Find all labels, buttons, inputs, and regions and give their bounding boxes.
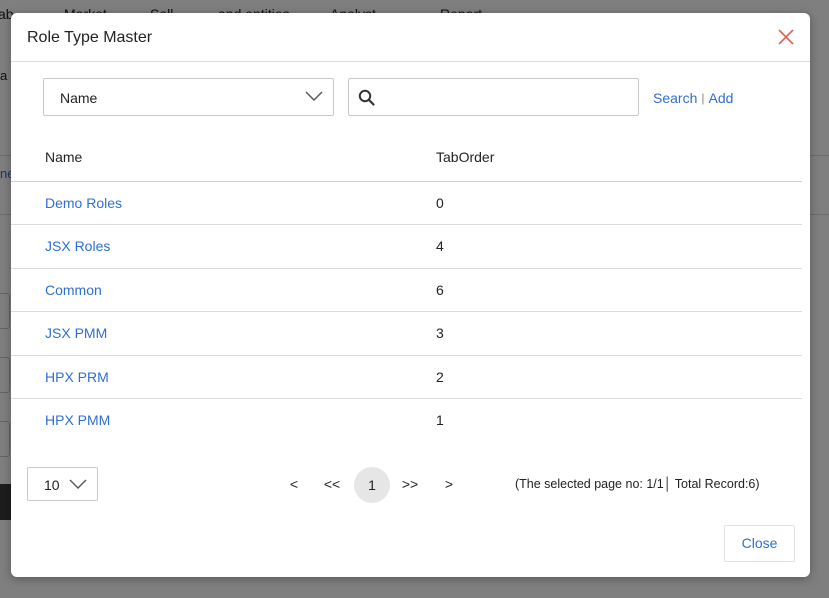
page-size-value: 10 bbox=[44, 477, 60, 493]
role-name-link[interactable]: Demo Roles bbox=[45, 195, 122, 211]
role-name-link[interactable]: JSX PMM bbox=[45, 325, 107, 341]
search-add-links: Search | Add bbox=[653, 90, 733, 106]
tab-order-value: 1 bbox=[436, 411, 444, 428]
tab-order-value: 3 bbox=[436, 325, 444, 342]
search-field[interactable] bbox=[348, 78, 639, 116]
role-type-master-dialog: Role Type Master Name Search | Add Name Ta… bbox=[11, 13, 810, 577]
page-info-text: (The selected page no: 1/1│ Total Record… bbox=[515, 477, 760, 491]
add-link[interactable]: Add bbox=[708, 90, 733, 106]
table-row: Common 6 bbox=[11, 269, 802, 313]
last-page-button[interactable]: >> bbox=[397, 467, 423, 501]
link-separator: | bbox=[701, 91, 705, 105]
page-size-select[interactable]: 10 bbox=[27, 467, 98, 501]
prev-page-button[interactable]: < bbox=[283, 467, 305, 501]
role-name-link[interactable]: HPX PMM bbox=[45, 412, 110, 428]
column-header-name: Name bbox=[45, 149, 83, 165]
table-row: HPX PMM 1 bbox=[11, 399, 802, 442]
role-name-link[interactable]: HPX PRM bbox=[45, 369, 109, 385]
column-header-taborder: TabOrder bbox=[436, 149, 495, 165]
search-input[interactable] bbox=[381, 80, 634, 114]
role-name-link[interactable]: Common bbox=[45, 282, 102, 298]
table-row: JSX Roles 4 bbox=[11, 225, 802, 269]
close-button[interactable]: Close bbox=[724, 525, 795, 562]
current-page-button[interactable]: 1 bbox=[354, 467, 390, 503]
table-row: Demo Roles 0 bbox=[11, 182, 802, 226]
chevron-down-icon bbox=[305, 89, 323, 103]
next-page-button[interactable]: > bbox=[438, 467, 460, 501]
filter-field-value: Name bbox=[60, 90, 98, 106]
dialog-header: Role Type Master bbox=[11, 13, 810, 62]
first-page-button[interactable]: << bbox=[319, 467, 345, 501]
search-icon bbox=[358, 89, 375, 106]
table-header: Name TabOrder bbox=[11, 136, 802, 182]
filter-field-select[interactable]: Name bbox=[43, 78, 334, 116]
role-name-link[interactable]: JSX Roles bbox=[45, 238, 110, 254]
tab-order-value: 0 bbox=[436, 195, 444, 211]
chevron-down-icon bbox=[69, 477, 87, 491]
search-link[interactable]: Search bbox=[653, 90, 697, 106]
dialog-title: Role Type Master bbox=[27, 29, 153, 46]
table-row: HPX PRM 2 bbox=[11, 356, 802, 399]
tab-order-value: 2 bbox=[436, 368, 444, 385]
close-icon[interactable] bbox=[776, 27, 796, 47]
tab-order-value: 4 bbox=[436, 238, 444, 255]
tab-order-value: 6 bbox=[436, 281, 444, 298]
table-row: JSX PMM 3 bbox=[11, 312, 802, 356]
role-type-table: Name TabOrder Demo Roles 0 JSX Roles 4 C… bbox=[11, 136, 802, 442]
